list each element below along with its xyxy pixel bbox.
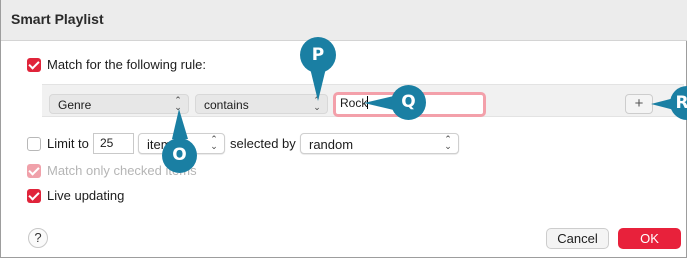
chevron-updown-icon: ⌃ ⌄ xyxy=(444,134,452,151)
chevron-updown-icon: ⌃ ⌄ xyxy=(313,95,321,112)
live-updating-checkbox[interactable] xyxy=(27,189,41,203)
match-rule-checkbox[interactable] xyxy=(27,58,41,72)
callout-q: Q xyxy=(391,85,426,120)
ok-button[interactable]: OK xyxy=(618,228,681,249)
match-checked-checkbox[interactable] xyxy=(27,164,41,178)
smart-playlist-dialog: Smart Playlist Match for the following r… xyxy=(0,0,687,258)
selected-by-label: selected by xyxy=(230,136,296,151)
live-updating-label: Live updating xyxy=(47,188,125,203)
field-select[interactable]: Genre ⌃ ⌄ xyxy=(49,94,189,114)
limit-checkbox[interactable] xyxy=(27,137,41,151)
callout-o: O xyxy=(162,138,197,173)
operator-select-value: contains xyxy=(204,98,249,112)
match-rule-label: Match for the following rule: xyxy=(47,57,206,72)
callout-p: P xyxy=(300,37,336,73)
field-select-value: Genre xyxy=(58,98,92,112)
dialog-title: Smart Playlist xyxy=(11,11,104,27)
title-bar: Smart Playlist xyxy=(1,0,687,41)
text-cursor xyxy=(367,96,369,109)
chevron-updown-icon: ⌃ ⌄ xyxy=(174,95,182,112)
limit-count-value: 25 xyxy=(100,136,114,150)
limit-label: Limit to xyxy=(47,136,89,151)
operator-select[interactable]: contains ⌃ ⌄ xyxy=(195,94,328,114)
help-button[interactable]: ? xyxy=(28,228,48,248)
cancel-button[interactable]: Cancel xyxy=(546,228,609,249)
limit-count-input[interactable]: 25 xyxy=(93,133,134,154)
rule-value-text: Rock xyxy=(340,96,368,110)
add-rule-button[interactable]: + xyxy=(625,94,653,114)
chevron-updown-icon: ⌃ ⌄ xyxy=(210,134,218,151)
selected-by-value: random xyxy=(309,137,354,152)
selected-by-select[interactable]: random ⌃ ⌄ xyxy=(300,133,459,154)
